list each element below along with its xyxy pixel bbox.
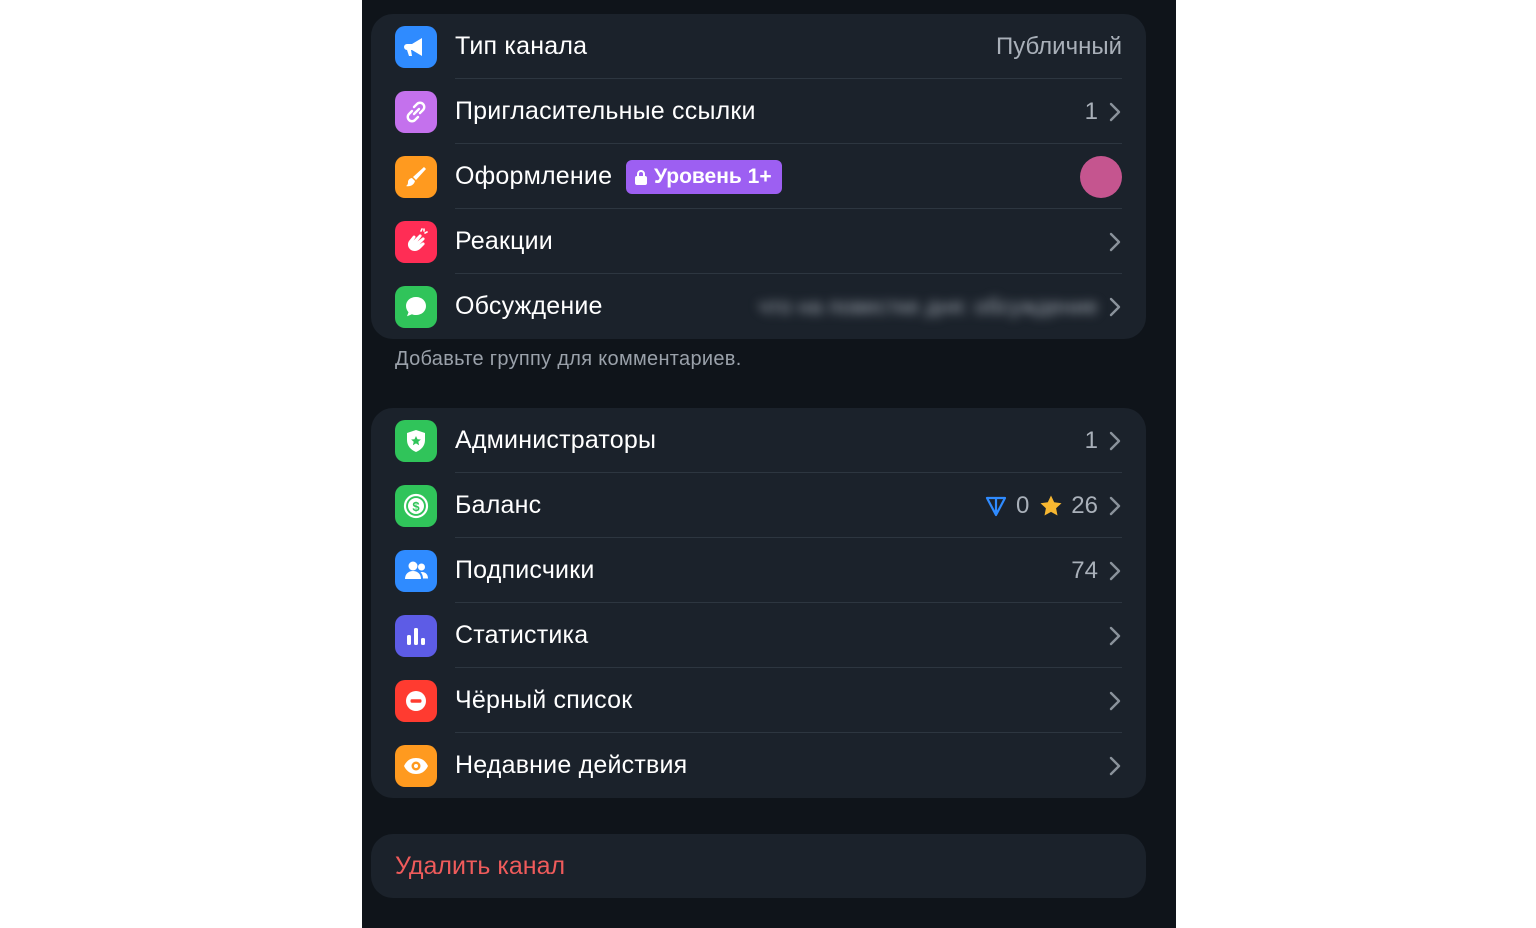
discussion-footnote: Добавьте группу для комментариев. xyxy=(395,348,742,370)
row-label: Недавние действия xyxy=(455,751,688,779)
row-administrators[interactable]: Администраторы 1 xyxy=(371,408,1146,473)
eye-icon xyxy=(395,745,437,787)
row-reactions[interactable]: Реакции xyxy=(371,209,1146,274)
star-icon xyxy=(1039,494,1063,518)
administrators-count: 1 xyxy=(1084,426,1098,454)
row-statistics[interactable]: Статистика xyxy=(371,603,1146,668)
chevron-right-icon xyxy=(1108,231,1122,253)
megaphone-icon xyxy=(395,26,437,68)
row-invite-links[interactable]: Пригласительные ссылки 1 xyxy=(371,79,1146,144)
svg-text:$: $ xyxy=(412,499,420,514)
chat-bubble-icon xyxy=(395,286,437,328)
chevron-right-icon xyxy=(1108,495,1122,517)
row-balance[interactable]: $ Баланс 0 26 xyxy=(371,473,1146,538)
row-label: Реакции xyxy=(455,227,553,255)
brush-icon xyxy=(395,156,437,198)
minus-circle-icon xyxy=(395,680,437,722)
row-label: Пригласительные ссылки xyxy=(455,97,756,125)
ton-icon xyxy=(985,496,1007,516)
channel-settings-group: Тип канала Публичный Пригласительные ссы… xyxy=(371,14,1146,339)
level-badge: Уровень 1+ xyxy=(626,160,782,194)
row-label: Статистика xyxy=(455,621,589,649)
level-badge-label: Уровень 1+ xyxy=(654,165,772,188)
settings-screen: Тип канала Публичный Пригласительные ссы… xyxy=(362,0,1176,928)
dollar-coin-icon: $ xyxy=(395,485,437,527)
stars-balance: 26 xyxy=(1071,491,1098,519)
invite-links-count: 1 xyxy=(1084,97,1098,125)
chevron-right-icon xyxy=(1108,690,1122,712)
chevron-right-icon xyxy=(1108,430,1122,452)
subscribers-count: 74 xyxy=(1071,556,1098,584)
row-label: Баланс xyxy=(455,491,542,519)
people-icon xyxy=(395,550,437,592)
row-appearance[interactable]: Оформление Уровень 1+ xyxy=(371,144,1146,209)
link-icon xyxy=(395,91,437,133)
ton-balance: 0 xyxy=(1015,491,1030,519)
shield-star-icon xyxy=(395,420,437,462)
chevron-right-icon xyxy=(1108,101,1122,123)
clapping-hands-icon xyxy=(395,221,437,263)
chevron-right-icon xyxy=(1108,625,1122,647)
row-label: Чёрный список xyxy=(455,686,633,714)
row-recent-actions[interactable]: Недавние действия xyxy=(371,733,1146,798)
color-swatch[interactable] xyxy=(1080,155,1122,198)
delete-channel-label: Удалить канал xyxy=(395,852,566,880)
row-discussion[interactable]: Обсуждение что на повестке дня: обсужден… xyxy=(371,274,1146,339)
row-label: Подписчики xyxy=(455,556,595,584)
chevron-right-icon xyxy=(1108,755,1122,777)
row-label: Тип канала xyxy=(455,32,588,60)
row-channel-type[interactable]: Тип канала Публичный xyxy=(371,14,1146,79)
row-label: Оформление xyxy=(455,162,613,190)
channel-type-value: Публичный xyxy=(995,32,1122,60)
management-group: Администраторы 1 $ Баланс 0 26 Подписчик… xyxy=(371,408,1146,798)
row-blacklist[interactable]: Чёрный список xyxy=(371,668,1146,733)
chevron-right-icon xyxy=(1108,560,1122,582)
bar-chart-icon xyxy=(395,615,437,657)
delete-channel-group: Удалить канал xyxy=(371,834,1146,898)
row-label: Обсуждение xyxy=(455,292,603,320)
row-label: Администраторы xyxy=(455,426,657,454)
row-subscribers[interactable]: Подписчики 74 xyxy=(371,538,1146,603)
lock-icon xyxy=(635,170,647,185)
discussion-group-name: что на повестке дня: обсуждение xyxy=(758,293,1098,319)
delete-channel-button[interactable]: Удалить канал xyxy=(371,834,1146,898)
chevron-right-icon xyxy=(1108,296,1122,318)
